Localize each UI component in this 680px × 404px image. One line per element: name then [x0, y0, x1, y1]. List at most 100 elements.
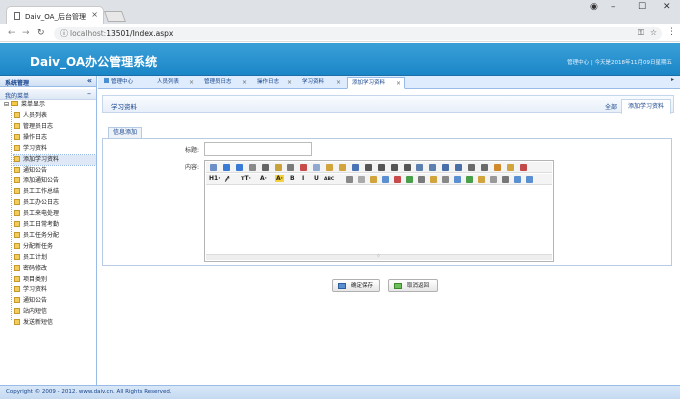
format-button[interactable]: ABC [324, 177, 334, 182]
redo-icon[interactable] [235, 164, 243, 171]
sidebar-item[interactable]: 通知公告 [14, 296, 47, 306]
align-right-icon[interactable] [390, 164, 398, 171]
collapse-menu-icon[interactable]: – [87, 89, 91, 98]
preview-icon[interactable] [248, 164, 256, 171]
format-button[interactable]: B [290, 175, 295, 182]
sidebar-item[interactable]: 管理员日志 [14, 122, 53, 132]
bookmark-star-icon[interactable]: ☆ [650, 28, 657, 37]
align-left-icon[interactable] [364, 164, 372, 171]
format-button[interactable]: A· [275, 175, 284, 182]
url-field[interactable]: ⓘ localhost:13501/Index.aspx ⚿ ☆ [54, 27, 662, 40]
new-tab-button[interactable] [103, 11, 127, 22]
browser-menu-icon[interactable]: ⋮ [667, 27, 676, 37]
outdent-icon[interactable] [455, 164, 463, 171]
insert-tool-icon[interactable] [478, 176, 485, 183]
browser-tab[interactable]: Daiv_OA_后台管理 × [6, 6, 104, 24]
format-button[interactable]: 𝒻· [225, 175, 230, 183]
superscript-icon[interactable] [480, 164, 488, 171]
insert-tool-icon[interactable] [490, 176, 497, 183]
close-tab-icon[interactable]: × [396, 78, 401, 89]
resize-handle-icon[interactable]: ⁘ [376, 253, 381, 260]
tab-scroll-right-icon[interactable]: ▸ [671, 76, 674, 83]
sidebar-item[interactable]: 添加通知公告 [14, 176, 59, 186]
fullscreen-icon[interactable] [519, 164, 527, 171]
insert-tool-icon[interactable] [406, 176, 413, 183]
sidebar-item[interactable]: 站内短信 [14, 307, 47, 317]
insert-tool-icon[interactable] [442, 176, 449, 183]
save-button[interactable]: 确定保存 [332, 279, 380, 292]
sidebar-item[interactable]: 发送新短信 [14, 318, 53, 328]
clear-format-icon[interactable] [493, 164, 501, 171]
paste-text-icon[interactable] [339, 164, 346, 171]
content-tab[interactable]: 管理员日志 × [200, 77, 250, 89]
template-icon[interactable] [274, 164, 282, 171]
sidebar-item[interactable]: 员工办公日志 [14, 198, 59, 208]
copy-icon[interactable] [313, 164, 321, 171]
menu-panel-header[interactable]: 我的菜单 – [0, 89, 96, 100]
expand-icon[interactable]: ⊟ [4, 101, 9, 108]
forward-icon[interactable]: → [22, 28, 30, 38]
content-tab[interactable]: 管理中心 [100, 77, 150, 89]
insert-tool-icon[interactable] [418, 176, 425, 183]
sidebar-item[interactable]: 密码修改 [14, 264, 47, 274]
indent-icon[interactable] [442, 164, 450, 171]
sidebar-item[interactable]: 通知公告 [14, 166, 47, 176]
close-tab-icon[interactable]: × [242, 77, 247, 88]
sidebar-item[interactable]: 员工来电处理 [14, 209, 59, 219]
cut-icon[interactable] [300, 164, 308, 171]
tree-root[interactable]: ⊟ 菜单显示 [4, 100, 45, 110]
editor-resize-bar[interactable]: ⁘ [206, 253, 552, 260]
justify-icon[interactable] [403, 164, 411, 171]
sidebar-item[interactable]: 员工工作总结 [14, 187, 59, 197]
collapse-sidebar-icon[interactable]: « [87, 76, 92, 85]
sidebar-item[interactable]: 分配新任务 [14, 242, 53, 252]
content-tab[interactable]: 添加学习资料 × [347, 77, 405, 89]
account-icon[interactable]: ◉ [590, 2, 598, 12]
insert-tool-icon[interactable] [346, 176, 353, 183]
select-all-icon[interactable] [506, 164, 514, 171]
back-button[interactable]: 取消返回 [388, 279, 438, 292]
reload-icon[interactable]: ↻ [37, 28, 45, 38]
insert-tool-icon[interactable] [430, 176, 437, 183]
content-tab[interactable]: 学习资料 × [298, 77, 344, 89]
minimize-button[interactable]: – [611, 2, 616, 12]
sidebar-item[interactable]: 人员列表 [14, 111, 47, 121]
print-icon[interactable] [261, 164, 269, 171]
close-tab-icon[interactable]: × [336, 77, 341, 88]
format-button[interactable]: I [302, 175, 304, 182]
back-icon[interactable]: ← [8, 28, 16, 38]
info-icon[interactable]: ⓘ [60, 28, 68, 39]
sidebar-item[interactable]: 添加学习资料 [13, 153, 97, 166]
info-add-tab[interactable]: 信息添加 [108, 127, 143, 138]
add-material-tab[interactable]: 添加学习资料 [620, 99, 671, 114]
insert-tool-icon[interactable] [502, 176, 509, 183]
insert-tool-icon[interactable] [382, 176, 389, 183]
close-tab-icon[interactable]: × [189, 77, 194, 88]
paste-word-icon[interactable] [351, 164, 359, 171]
ordered-list-icon[interactable] [416, 164, 424, 171]
paste-icon[interactable] [326, 164, 334, 171]
unordered-list-icon[interactable] [429, 164, 437, 171]
key-icon[interactable]: ⚿ [638, 28, 644, 38]
content-tab[interactable]: 人员列表 × [153, 77, 197, 89]
insert-tool-icon[interactable] [370, 176, 377, 183]
sidebar-item[interactable]: 学习资料 [14, 285, 47, 295]
insert-tool-icon[interactable] [526, 176, 533, 183]
sidebar-item[interactable]: 员工日常考勤 [14, 220, 59, 230]
format-button[interactable]: H1· [209, 175, 220, 182]
format-button[interactable]: A· [260, 175, 267, 182]
sidebar-item[interactable]: 操作日志 [14, 133, 47, 143]
rich-text-editor[interactable]: H1· 𝒻· тT· A· A· B I U ABC ⁘ [204, 160, 554, 262]
subscript-icon[interactable] [468, 164, 475, 171]
all-link[interactable]: 全部 [605, 102, 617, 111]
sidebar-item[interactable]: 学习资料 [14, 144, 47, 154]
insert-tool-icon[interactable] [394, 176, 401, 183]
content-tab[interactable]: 操作日志 × [253, 77, 295, 89]
insert-tool-icon[interactable] [358, 176, 365, 183]
undo-icon[interactable] [222, 164, 230, 171]
code-icon[interactable] [287, 164, 295, 171]
source-icon[interactable] [210, 164, 217, 171]
format-button[interactable]: U [314, 175, 319, 182]
align-center-icon[interactable] [377, 164, 385, 171]
sidebar-item[interactable]: 员工任务分配 [14, 231, 59, 241]
